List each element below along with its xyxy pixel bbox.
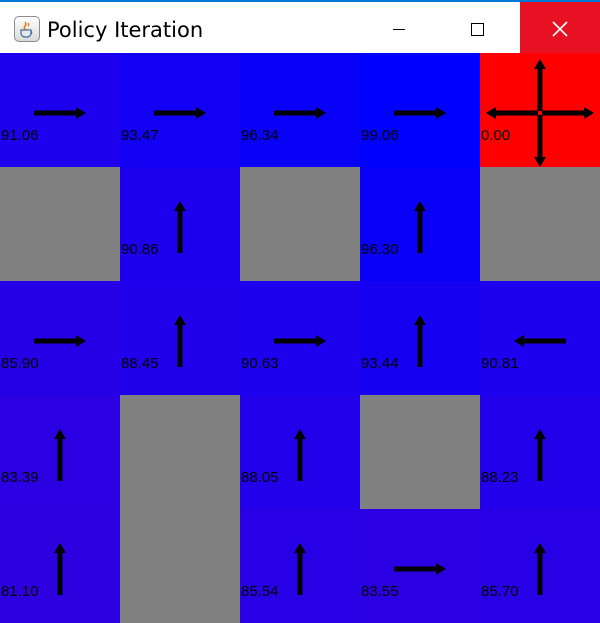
wall-cell [360,395,480,509]
policy-arrows [534,429,546,481]
state-cell: 93.47 [120,53,240,167]
wall-cell [480,167,600,281]
policy-arrows [486,59,594,167]
state-value-label: 85.90 [1,355,39,372]
state-cell: 99.06 [360,53,480,167]
state-value-label: 90.63 [241,355,279,372]
policy-arrows [394,563,446,575]
state-cell: 96.34 [240,53,360,167]
close-button[interactable] [520,2,600,55]
state-value-label: 85.54 [241,583,279,600]
state-cell: 90.81 [480,281,600,395]
policy-arrows [414,315,426,367]
policy-arrow-right-icon [34,335,86,347]
wall-cell [120,509,240,623]
policy-arrows [34,107,86,119]
policy-arrows [274,335,326,347]
policy-arrows [294,429,306,481]
policy-arrow-right-icon [274,107,326,119]
state-cell: 81.10 [0,509,120,623]
state-value-label: 81.10 [1,583,39,600]
policy-arrow-up-icon [534,59,546,111]
policy-arrows [174,201,186,253]
policy-arrow-right-icon [394,107,446,119]
state-cell: 85.54 [240,509,360,623]
policy-arrow-up-icon [54,429,66,481]
title-bar[interactable]: Policy Iteration [0,0,600,57]
state-cell: 90.86 [120,167,240,281]
policy-arrow-up-icon [174,315,186,367]
close-icon [552,21,568,37]
policy-arrow-up-icon [414,315,426,367]
policy-arrows [154,107,206,119]
state-cell: 85.70 [480,509,600,623]
state-value-label: 91.06 [1,127,39,144]
state-value-label: 88.05 [241,469,279,486]
state-value-label: 99.06 [361,127,399,144]
state-cell: 88.45 [120,281,240,395]
state-value-label: 85.70 [481,583,519,600]
policy-arrows [34,335,86,347]
state-value-label: 96.30 [361,241,399,258]
policy-arrow-left-icon [514,335,566,347]
state-value-label: 88.45 [121,355,159,372]
state-value-label: 90.81 [481,355,519,372]
state-cell: 83.55 [360,509,480,623]
policy-arrows [394,107,446,119]
state-value-label: 83.55 [361,583,399,600]
state-value-label: 93.44 [361,355,399,372]
state-cell: 83.39 [0,395,120,509]
policy-arrow-up-icon [54,543,66,595]
state-cell: 88.23 [480,395,600,509]
policy-arrow-right-icon [34,107,86,119]
wall-cell [0,167,120,281]
policy-arrow-up-icon [294,543,306,595]
state-cell: 96.30 [360,167,480,281]
state-cell: 85.90 [0,281,120,395]
policy-arrow-right-icon [154,107,206,119]
wall-cell [120,395,240,509]
minimize-button[interactable] [359,2,439,55]
java-cup-icon[interactable] [14,16,40,42]
terminal-cell: 0.00 [480,53,600,167]
wall-cell [240,167,360,281]
state-cell: 91.06 [0,53,120,167]
maximize-icon [471,23,484,36]
maximize-button[interactable] [439,2,519,55]
policy-arrows [54,429,66,481]
state-cell: 88.05 [240,395,360,509]
policy-arrows [414,201,426,253]
window-title: Policy Iteration [47,18,204,42]
policy-arrows [174,315,186,367]
policy-arrow-up-icon [414,201,426,253]
policy-arrow-up-icon [174,201,186,253]
state-cell: 93.44 [360,281,480,395]
minimize-icon [393,29,405,30]
state-value-label: 96.34 [241,127,279,144]
policy-arrow-up-icon [294,429,306,481]
state-value-label: 83.39 [1,469,39,486]
state-value-label: 88.23 [481,469,519,486]
policy-arrow-up-icon [534,543,546,595]
policy-arrows [54,543,66,595]
policy-arrow-down-icon [534,115,546,167]
state-value-label: 93.47 [121,127,159,144]
policy-arrow-right-icon [274,335,326,347]
policy-arrows [514,335,566,347]
state-value-label: 90.86 [121,241,159,258]
gridworld-canvas: 91.06 93.47 96.34 99.06 0.00 90.86 96.30 85.90 8… [0,53,600,623]
state-cell: 90.63 [240,281,360,395]
policy-arrows [534,543,546,595]
state-value-label: 0.00 [481,127,511,144]
policy-arrow-right-icon [394,563,446,575]
policy-arrows [294,543,306,595]
policy-arrow-up-icon [534,429,546,481]
policy-arrow-left-icon [486,107,538,119]
policy-arrows [274,107,326,119]
policy-arrow-right-icon [542,107,594,119]
